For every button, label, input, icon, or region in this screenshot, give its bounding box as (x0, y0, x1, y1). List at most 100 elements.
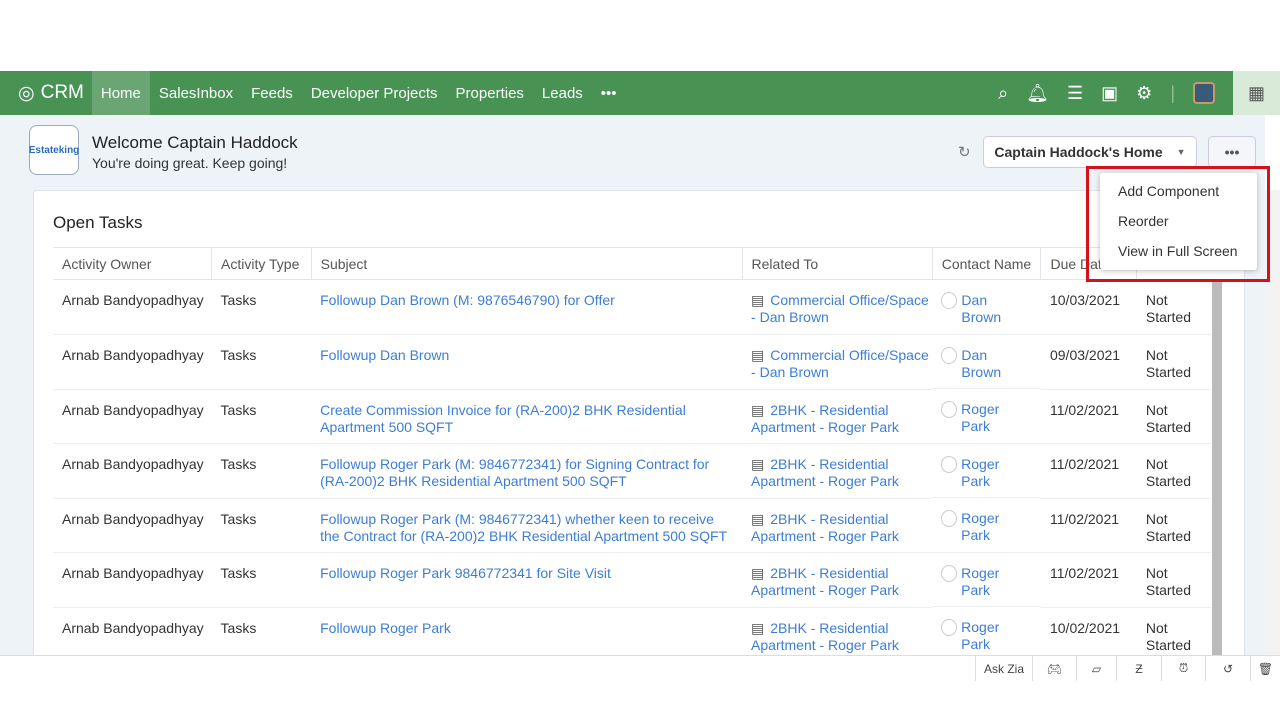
due-date-cell: 11/02/2021 (1040, 389, 1137, 444)
owner-cell: Arnab Bandyopadhyay (53, 552, 212, 608)
due-date-cell: 10/02/2021 (1040, 607, 1137, 659)
status-cell: Not Started (1136, 607, 1211, 659)
col-contact[interactable]: Contact Name (931, 247, 1041, 280)
card-scrollbar[interactable] (1212, 281, 1222, 659)
home-selector[interactable]: Captain Haddock's Home ▼ (983, 136, 1197, 168)
search-icon[interactable]: ⌕ (998, 83, 1008, 104)
contact-avatar-icon (941, 619, 958, 636)
tab-leads[interactable]: Leads (533, 71, 592, 115)
record-icon: ▤ (751, 456, 765, 472)
contact-avatar-icon (941, 564, 958, 582)
tab-feeds[interactable]: Feeds (242, 71, 302, 115)
related-link[interactable]: ▤ 2BHK - Residential Apartment - Roger Pa… (742, 389, 933, 444)
avatar[interactable] (1193, 82, 1215, 104)
owner-cell: Arnab Bandyopadhyay (53, 607, 212, 659)
contact-avatar-icon (941, 510, 958, 527)
record-icon: ▤ (751, 401, 765, 418)
crm-logo[interactable]: ◎ CRM (0, 82, 92, 105)
table-row: Arnab Bandyopadhyay Tasks Create Commiss… (53, 389, 1211, 444)
owner-cell: Arnab Bandyopadhyay (53, 498, 212, 553)
contact-link[interactable]: Roger Park (932, 389, 1041, 444)
owner-cell: Arnab Bandyopadhyay (53, 389, 212, 444)
due-date-cell: 10/03/2021 (1040, 279, 1137, 335)
gamepad-icon[interactable]: 🎮︎ (1032, 656, 1076, 681)
status-cell: Not Started (1136, 443, 1211, 499)
tab-developer-projects[interactable]: Developer Projects (302, 71, 447, 115)
related-link[interactable]: ▤ 2BHK - Residential Apartment - Roger Pa… (742, 607, 933, 659)
owner-cell: Arnab Bandyopadhyay (53, 279, 212, 335)
status-cell: Not Started (1136, 552, 1211, 608)
subject-link[interactable]: Followup Roger Park (M: 9846772341) whet… (311, 498, 743, 553)
contact-link[interactable]: Dan Brown (932, 280, 1041, 335)
company-logo: Estateking (29, 125, 79, 175)
due-date-cell: 11/02/2021 (1040, 443, 1137, 499)
apps-grid-icon[interactable]: ▦ (1233, 71, 1280, 115)
owner-cell: Arnab Bandyopadhyay (53, 334, 212, 390)
top-nav: ◎ CRM Home SalesInbox Feeds Developer Pro… (0, 71, 1233, 115)
related-link[interactable]: ▤ Commercial Office/Space - Dan Brown (742, 279, 933, 335)
owner-cell: Arnab Bandyopadhyay (53, 443, 212, 499)
calendar-icon[interactable]: ▣ (1101, 83, 1118, 104)
contact-link[interactable]: Dan Brown (932, 335, 1041, 389)
divider: | (1170, 82, 1175, 103)
subject-link[interactable]: Followup Roger Park (M: 9846772341) for … (311, 443, 743, 499)
subject-link[interactable]: Followup Roger Park 9846772341 for Site … (311, 552, 743, 608)
due-date-cell: 09/03/2021 (1040, 334, 1137, 390)
status-cell: Not Started (1136, 498, 1211, 553)
status-cell: Not Started (1136, 334, 1211, 390)
record-icon: ▤ (751, 347, 765, 363)
type-cell: Tasks (211, 389, 312, 444)
contact-avatar-icon (941, 455, 958, 473)
contact-link[interactable]: Roger Park (932, 607, 1041, 659)
subject-link[interactable]: Followup Dan Brown (311, 334, 743, 390)
ask-zia-button[interactable]: Ask Zia (975, 656, 1032, 681)
more-tabs-button[interactable]: ••• (592, 71, 626, 115)
contact-avatar-icon (941, 346, 958, 364)
col-type[interactable]: Activity Type (211, 247, 312, 280)
col-subject[interactable]: Subject (310, 247, 743, 280)
zia-icon[interactable]: Ƶ (1116, 656, 1161, 681)
status-cell: Not Started (1136, 279, 1211, 335)
table-row: Arnab Bandyopadhyay Tasks Followup Dan B… (53, 279, 1211, 335)
col-related[interactable]: Related To (741, 247, 933, 280)
contact-link[interactable]: Roger Park (932, 553, 1041, 607)
history-icon[interactable]: ↺ (1205, 656, 1250, 681)
contact-link[interactable]: Roger Park (932, 498, 1041, 553)
subject-link[interactable]: Followup Roger Park (311, 607, 743, 659)
related-link[interactable]: ▤ 2BHK - Residential Apartment - Roger Pa… (742, 498, 933, 553)
record-icon: ▤ (751, 619, 765, 636)
highlight-box (1086, 166, 1270, 282)
card-title: Open Tasks (53, 213, 143, 232)
type-cell: Tasks (211, 552, 312, 608)
table-row: Arnab Bandyopadhyay Tasks Followup Dan B… (53, 334, 1211, 390)
table-row: Arnab Bandyopadhyay Tasks Followup Roger… (53, 607, 1211, 659)
type-cell: Tasks (211, 443, 312, 499)
contact-link[interactable]: Roger Park (932, 444, 1041, 498)
record-icon: ▤ (751, 292, 765, 308)
related-link[interactable]: ▤ Commercial Office/Space - Dan Brown (742, 334, 933, 390)
welcome-subtitle: You're doing great. Keep going! (92, 155, 288, 171)
tab-salesinbox[interactable]: SalesInbox (150, 71, 242, 115)
caret-down-icon: ▼ (1176, 147, 1186, 157)
tab-properties[interactable]: Properties (447, 71, 533, 115)
more-options-button[interactable]: ••• (1208, 136, 1256, 168)
tab-home[interactable]: Home (91, 71, 150, 115)
related-link[interactable]: ▤ 2BHK - Residential Apartment - Roger Pa… (742, 443, 933, 499)
subject-link[interactable]: Followup Dan Brown (M: 9876546790) for O… (311, 279, 743, 335)
table-row: Arnab Bandyopadhyay Tasks Followup Roger… (53, 552, 1211, 608)
related-link[interactable]: ▤ 2BHK - Residential Apartment - Roger Pa… (742, 552, 933, 608)
gear-icon[interactable]: ⚙ (1136, 83, 1152, 104)
type-cell: Tasks (211, 334, 312, 390)
notes-icon[interactable]: ▱ (1076, 656, 1116, 681)
refresh-icon[interactable]: ↻ (958, 143, 971, 161)
type-cell: Tasks (211, 498, 312, 553)
col-owner[interactable]: Activity Owner (53, 247, 212, 280)
alarm-icon[interactable]: ⏰︎ (1161, 656, 1205, 681)
contact-avatar-icon (941, 401, 958, 418)
table-row: Arnab Bandyopadhyay Tasks Followup Roger… (53, 443, 1211, 499)
create-icon[interactable]: ☰ (1067, 83, 1083, 104)
recycle-bin-icon[interactable]: 🗑︎ (1250, 656, 1280, 681)
subject-link[interactable]: Create Commission Invoice for (RA-200)2 … (311, 389, 743, 444)
tasks-table: Activity Owner Activity Type Subject Rel… (53, 247, 1211, 659)
bell-icon[interactable]: 🔔︎ (1026, 83, 1049, 104)
